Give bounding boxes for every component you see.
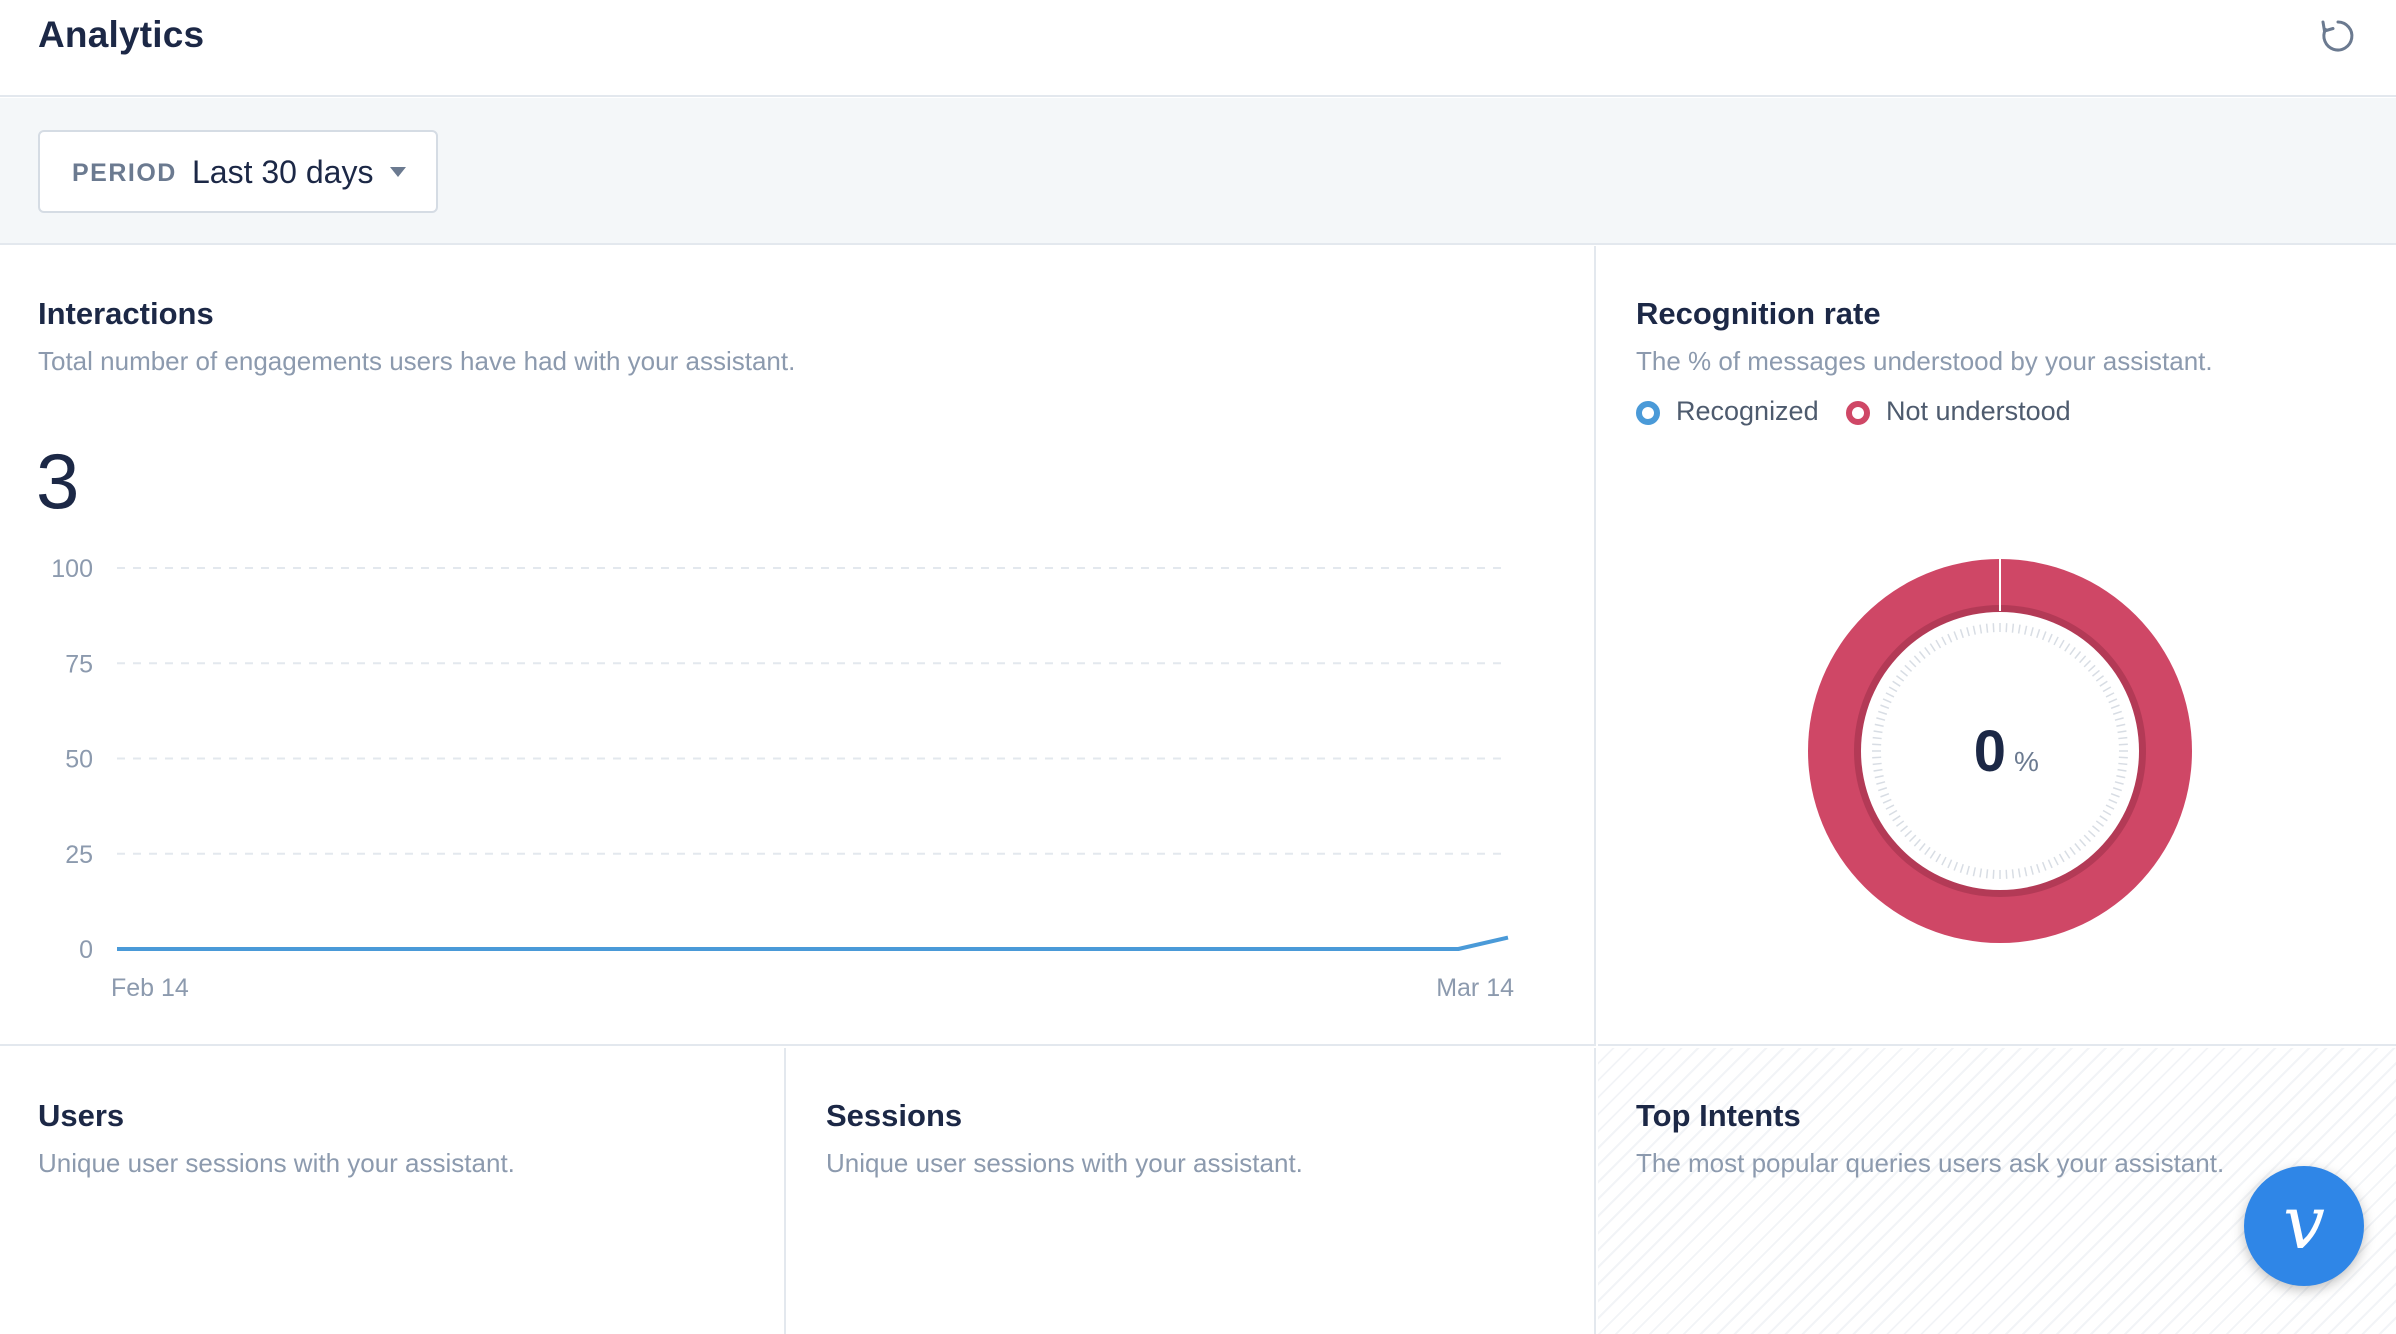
tick <box>1985 869 1989 879</box>
users-subtitle: Unique user sessions with your assistant… <box>38 1148 515 1178</box>
y-tick-label: 0 <box>79 936 93 964</box>
sessions-card: Sessions Unique user sessions with your … <box>788 1048 1596 1334</box>
sessions-subtitle: Unique user sessions with your assistant… <box>826 1148 1303 1178</box>
tick <box>1872 736 1882 740</box>
page-title: Analytics <box>38 14 205 55</box>
period-label: PERIOD <box>72 159 177 187</box>
tick <box>2118 736 2128 740</box>
top-intents-subtitle: The most popular queries users ask your … <box>1636 1148 2225 1178</box>
sessions-title: Sessions <box>826 1098 963 1133</box>
donut-center-unit: % <box>2014 746 2039 777</box>
recognition-card: Recognition rate The % of messages under… <box>1598 246 2396 1046</box>
period-select[interactable]: PERIOD Last 30 days <box>38 130 438 213</box>
tick <box>2118 762 2128 766</box>
donut-center-value: 0 <box>1974 719 2006 784</box>
filter-bar: PERIOD Last 30 days <box>0 98 2396 245</box>
period-value: Last 30 days <box>192 154 374 190</box>
users-card: Users Unique user sessions with your ass… <box>0 1048 786 1334</box>
app-header: Analytics <box>0 0 2396 97</box>
y-tick-label: 100 <box>51 555 93 583</box>
interactions-line-chart: 0 25 50 75 100 Feb 14 Mar 14 <box>51 555 1514 1002</box>
y-tick-label: 75 <box>65 650 93 678</box>
tick <box>1872 762 1882 766</box>
tick <box>1985 623 1989 633</box>
users-title: Users <box>38 1098 125 1133</box>
series-line <box>117 935 1509 951</box>
tick <box>2011 623 2015 633</box>
recognition-donut-chart: 0% <box>1808 558 2192 943</box>
chat-launcher-button[interactable]: v <box>2244 1166 2364 1286</box>
y-tick-label: 25 <box>65 841 93 869</box>
y-tick-label: 50 <box>65 746 93 774</box>
top-intents-title: Top Intents <box>1636 1098 1801 1133</box>
chat-launcher-icon: v <box>2283 1180 2325 1266</box>
interactions-card: Interactions Total number of engagements… <box>0 246 1596 1046</box>
x-tick-label: Mar 14 <box>1436 974 1514 1002</box>
caret-down-icon <box>390 167 406 177</box>
x-tick-label: Feb 14 <box>111 974 189 1002</box>
tick <box>2011 869 2015 879</box>
refresh-icon[interactable] <box>2318 16 2358 56</box>
